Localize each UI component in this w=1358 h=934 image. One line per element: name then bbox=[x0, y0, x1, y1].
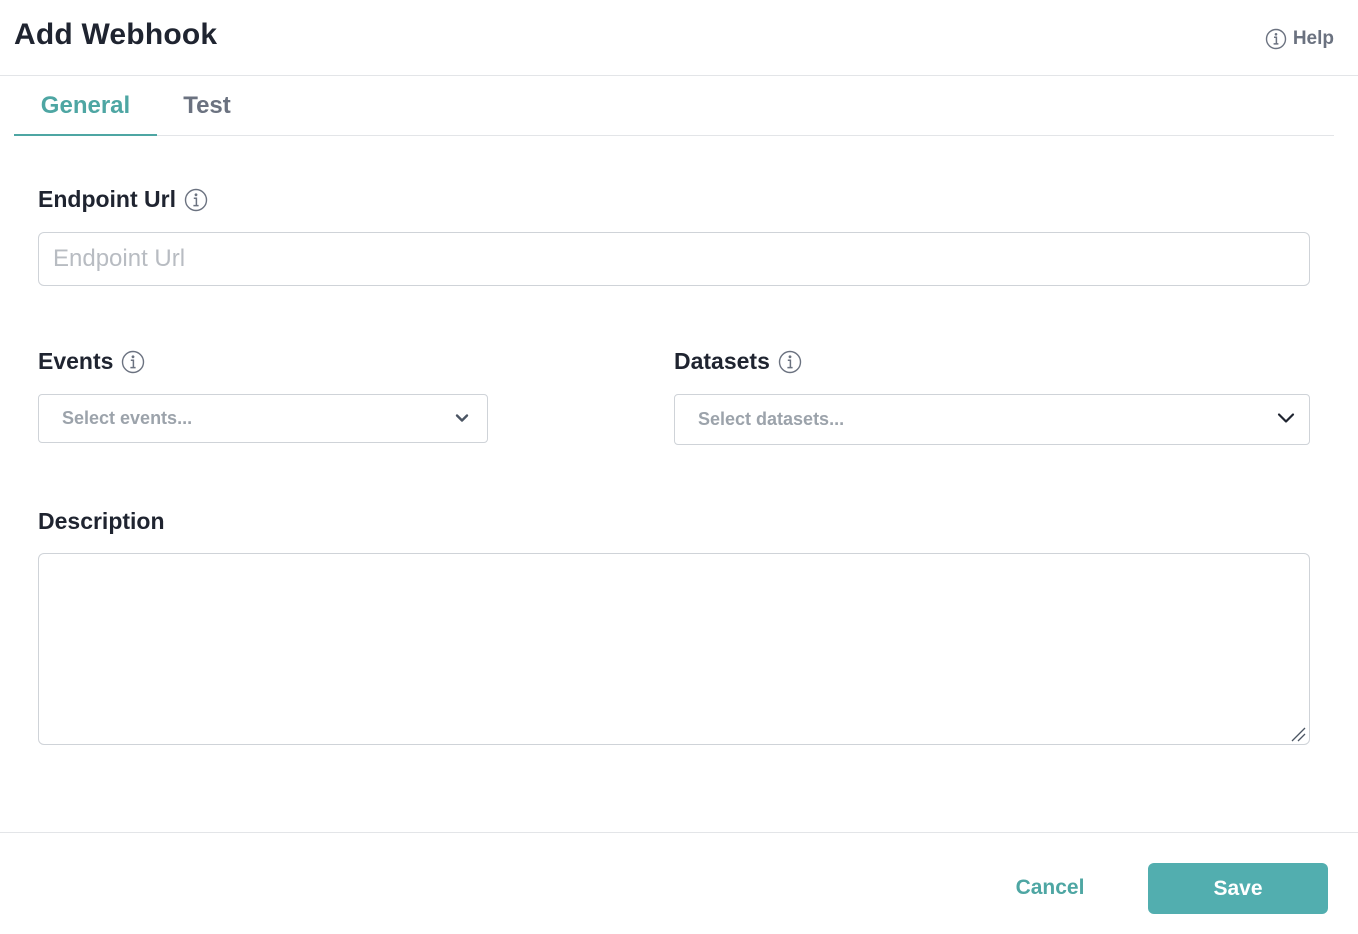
events-label-text: Events bbox=[38, 348, 114, 374]
datasets-select-placeholder: Select datasets... bbox=[698, 409, 845, 429]
chevron-down-icon bbox=[455, 410, 469, 428]
resize-grip-icon[interactable] bbox=[1290, 726, 1306, 742]
events-info-icon[interactable] bbox=[121, 350, 145, 374]
endpoint-info-icon[interactable] bbox=[184, 188, 208, 212]
cancel-button[interactable]: Cancel bbox=[990, 863, 1110, 913]
endpoint-url-label: Endpoint Url bbox=[38, 186, 208, 213]
info-circle-icon bbox=[1265, 28, 1287, 50]
tab-bar: General Test bbox=[14, 76, 1334, 136]
tab-general[interactable]: General bbox=[14, 76, 157, 136]
datasets-label-text: Datasets bbox=[674, 348, 770, 374]
help-link[interactable]: Help bbox=[1265, 28, 1334, 50]
dialog-title: Add Webhook bbox=[14, 18, 218, 51]
description-label: Description bbox=[38, 508, 165, 535]
dialog-footer: Cancel Save bbox=[0, 832, 1358, 934]
dialog-header: Add Webhook Help bbox=[0, 0, 1358, 76]
datasets-select[interactable]: Select datasets... bbox=[674, 394, 1310, 445]
datasets-info-icon[interactable] bbox=[778, 350, 802, 374]
tab-test[interactable]: Test bbox=[181, 76, 233, 136]
description-textarea[interactable] bbox=[38, 553, 1310, 745]
help-label: Help bbox=[1292, 28, 1334, 49]
datasets-label: Datasets bbox=[674, 348, 802, 375]
events-label: Events bbox=[38, 348, 145, 375]
endpoint-url-label-text: Endpoint Url bbox=[38, 186, 176, 212]
chevron-down-icon bbox=[1277, 411, 1295, 429]
endpoint-url-input[interactable] bbox=[38, 232, 1310, 286]
events-select[interactable]: Select events... bbox=[38, 394, 488, 443]
events-select-placeholder: Select events... bbox=[62, 408, 193, 428]
description-label-text: Description bbox=[38, 508, 165, 534]
save-button[interactable]: Save bbox=[1148, 863, 1328, 914]
